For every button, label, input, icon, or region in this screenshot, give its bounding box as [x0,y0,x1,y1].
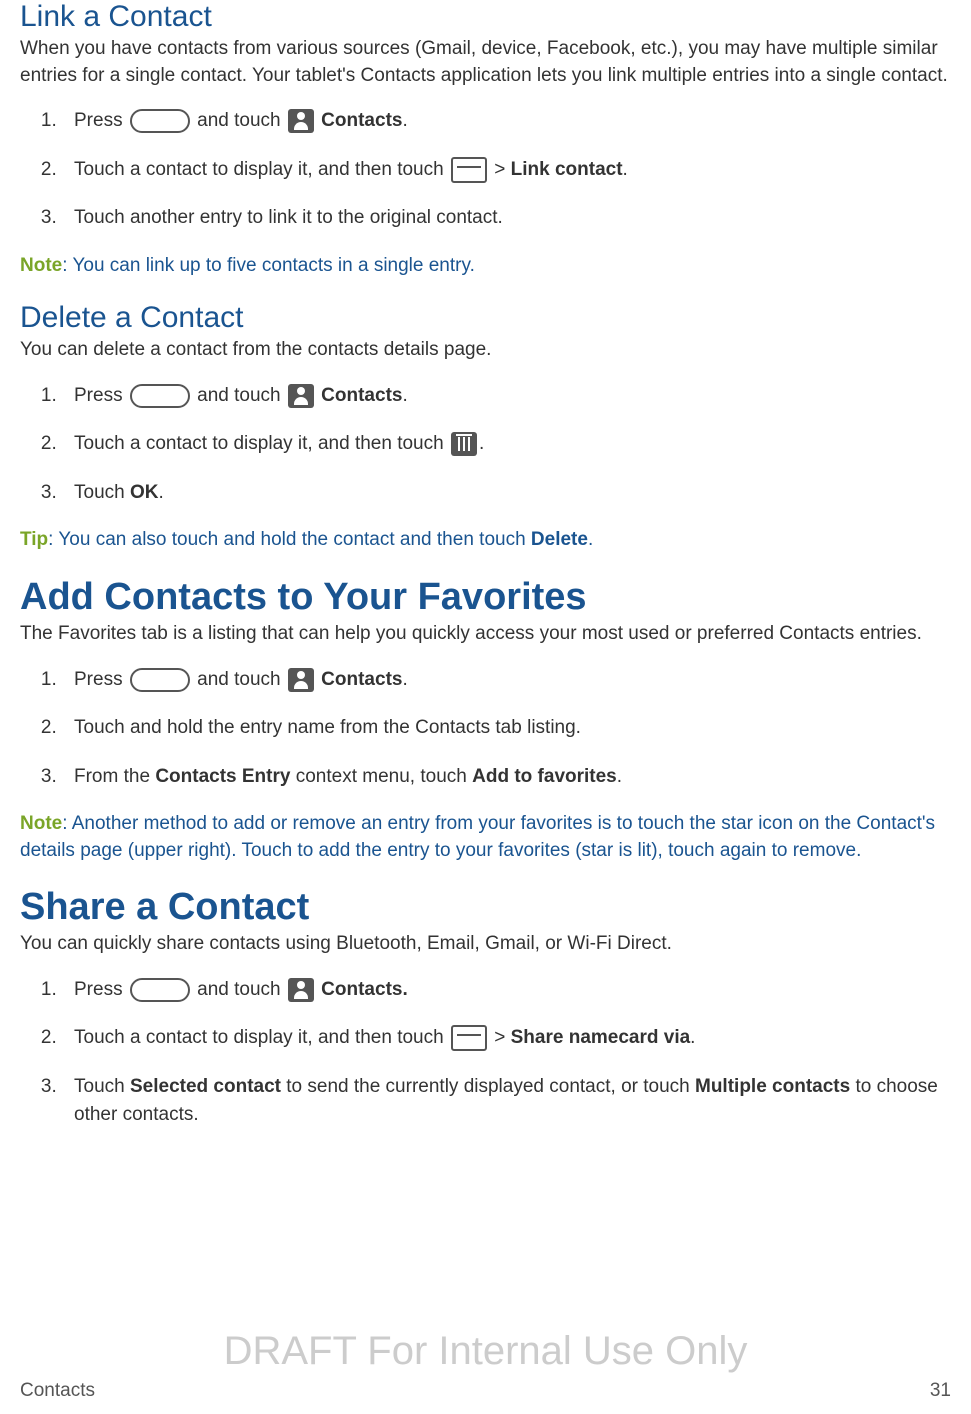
step-bold: Contacts [316,110,403,131]
draft-watermark: DRAFT For Internal Use Only [0,1329,971,1374]
step-bold: Add to favorites [472,766,617,787]
step-bold: Link contact [511,159,623,180]
list-item: From the Contacts Entry context menu, to… [62,763,951,792]
note-label: Note [20,813,62,834]
step-text: Touch [74,482,130,503]
step-bold: Contacts [316,669,403,690]
step-text: . [402,669,407,690]
delete-contact-heading: Delete a Contact [20,301,951,335]
link-contact-heading: Link a Contact [20,0,951,34]
step-text: and touch [192,669,286,690]
step-text: . [617,766,622,787]
trash-icon [451,432,477,456]
list-item: Press and touch Contacts. [62,107,951,136]
delete-contact-tip: Tip: You can also touch and hold the con… [20,527,951,554]
favorites-note: Note: Another method to add or remove an… [20,811,951,864]
step-text: Touch a contact to display it, and then … [74,433,449,454]
step-bold: Multiple contacts [695,1076,850,1097]
share-contact-intro: You can quickly share contacts using Blu… [20,931,951,958]
tip-text: . [588,529,593,550]
step-text: . [623,159,628,180]
list-item: Touch a contact to display it, and then … [62,156,951,185]
footer-page-number: 31 [930,1380,951,1402]
menu-icon [451,157,487,183]
list-item: Press and touch Contacts. [62,666,951,695]
home-button-icon [130,668,190,692]
favorites-intro: The Favorites tab is a listing that can … [20,621,951,648]
step-text: Press [74,979,128,1000]
home-button-icon [130,978,190,1002]
contacts-icon [288,978,314,1002]
list-item: Touch a contact to display it, and then … [62,1024,951,1053]
share-contact-steps: Press and touch Contacts. Touch a contac… [20,976,951,1130]
step-text: > [489,159,511,180]
step-text: . [402,110,407,131]
step-text: Press [74,110,128,131]
step-bold: Contacts. [316,979,408,1000]
favorites-steps: Press and touch Contacts. Touch and hold… [20,666,951,792]
step-text: From the [74,766,155,787]
step-text: . [158,482,163,503]
contacts-icon [288,668,314,692]
list-item: Touch Selected contact to send the curre… [62,1073,951,1130]
note-text: : You can link up to five contacts in a … [62,255,475,276]
list-item: Touch OK. [62,479,951,508]
page-footer: Contacts 31 [20,1380,951,1402]
step-text: . [479,433,484,454]
step-text: Touch a contact to display it, and then … [74,159,449,180]
step-text: Press [74,385,128,406]
step-text: Touch a contact to display it, and then … [74,1027,449,1048]
favorites-heading: Add Contacts to Your Favorites [20,576,951,619]
link-contact-note: Note: You can link up to five contacts i… [20,253,951,280]
step-text: to send the currently displayed contact,… [281,1076,695,1097]
note-label: Note [20,255,62,276]
step-text: . [690,1027,695,1048]
contacts-icon [288,384,314,408]
step-text: Touch [74,1076,130,1097]
step-text: context menu, touch [290,766,472,787]
menu-icon [451,1025,487,1051]
link-contact-steps: Press and touch Contacts. Touch a contac… [20,107,951,233]
list-item: Touch another entry to link it to the or… [62,204,951,233]
tip-text: : You can also touch and hold the contac… [48,529,531,550]
share-contact-heading: Share a Contact [20,886,951,929]
step-text: > [489,1027,511,1048]
delete-contact-steps: Press and touch Contacts. Touch a contac… [20,382,951,508]
list-item: Touch a contact to display it, and then … [62,430,951,459]
step-bold: Contacts [316,385,403,406]
list-item: Touch and hold the entry name from the C… [62,714,951,743]
tip-label: Tip [20,529,48,550]
footer-section: Contacts [20,1380,95,1402]
list-item: Press and touch Contacts. [62,382,951,411]
step-bold: Contacts Entry [155,766,290,787]
step-text: and touch [192,110,286,131]
step-text: and touch [192,979,286,1000]
home-button-icon [130,384,190,408]
step-bold: Share namecard via [511,1027,691,1048]
step-bold: Selected contact [130,1076,281,1097]
home-button-icon [130,109,190,133]
link-contact-intro: When you have contacts from various sour… [20,36,951,89]
note-text: : Another method to add or remove an ent… [20,813,935,861]
list-item: Press and touch Contacts. [62,976,951,1005]
delete-contact-intro: You can delete a contact from the contac… [20,337,951,364]
step-text: and touch [192,385,286,406]
step-text: . [402,385,407,406]
step-bold: OK [130,482,159,503]
contacts-icon [288,109,314,133]
step-text: Press [74,669,128,690]
tip-bold: Delete [531,529,588,550]
